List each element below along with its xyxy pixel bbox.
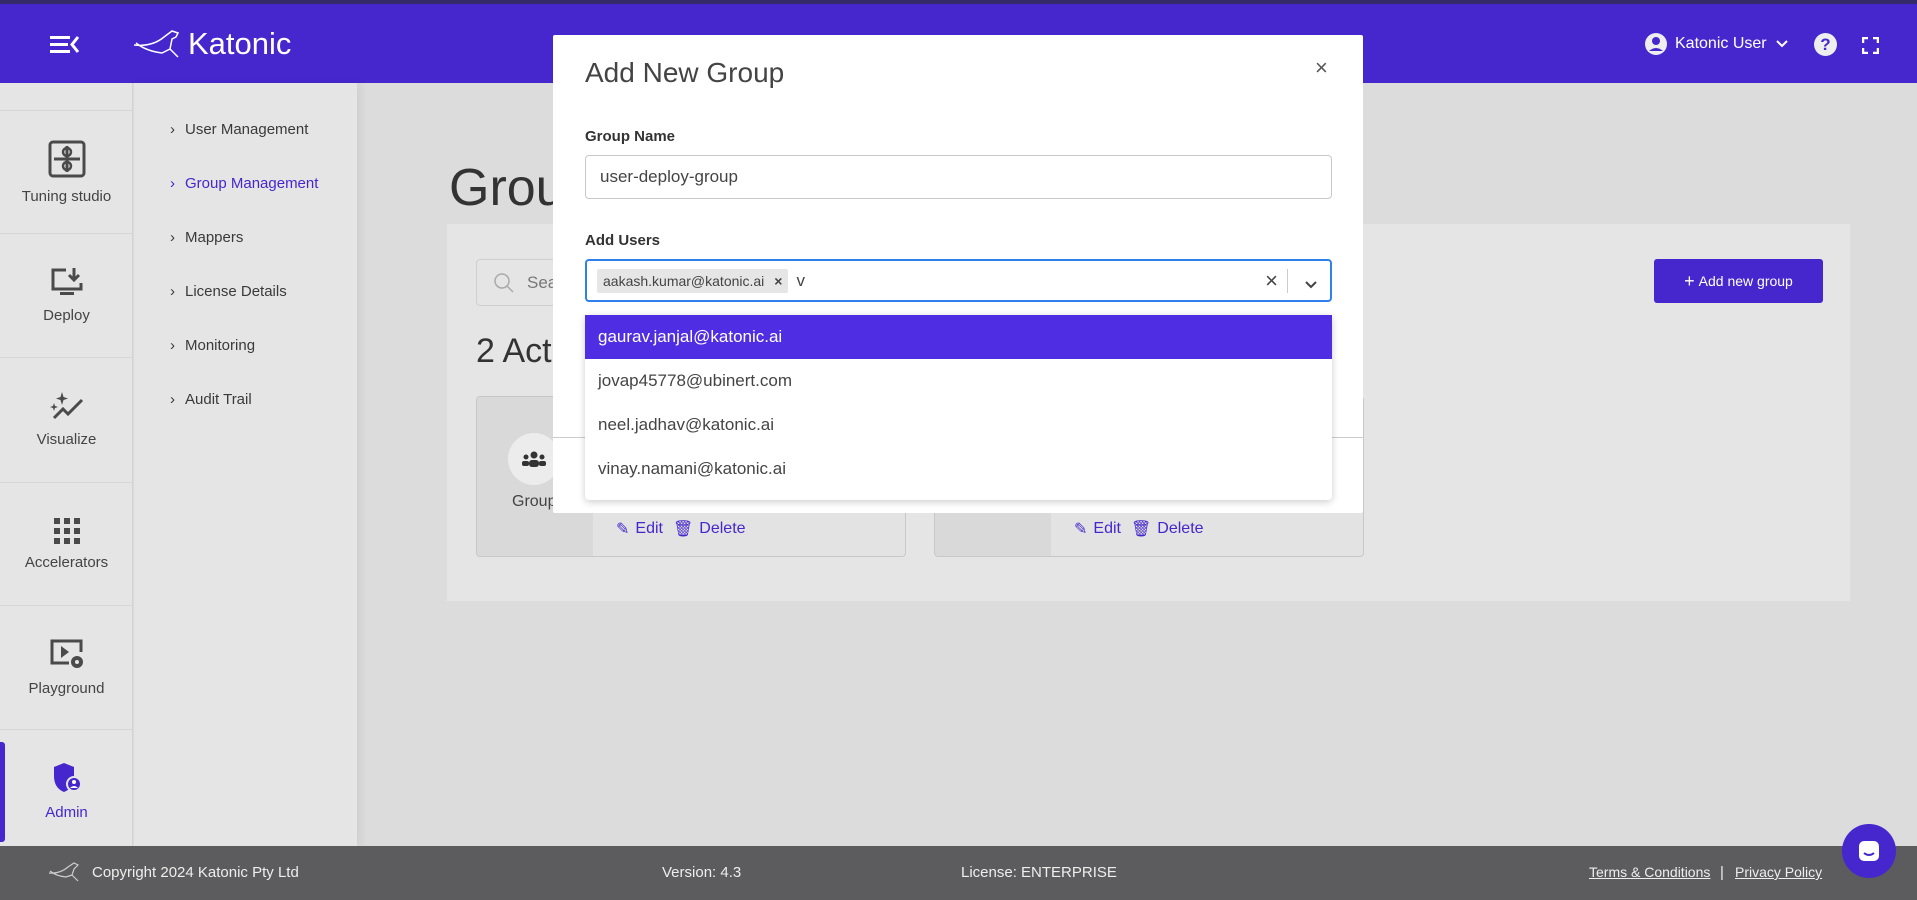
chevron-down-icon [1775, 40, 1788, 48]
rail-label: Admin [45, 803, 88, 821]
monitor-download-icon [51, 267, 82, 295]
add-new-group-button[interactable]: + Add new group [1654, 259, 1823, 303]
admin-submenu: › User Management › Group Management › Mapp… [134, 83, 357, 846]
option-item[interactable]: neel.jadhav@katonic.ai [585, 403, 1332, 447]
delete-label: Delete [699, 520, 746, 537]
user-options-menu: gaurav.janjal@katonic.ai jovap45778@ubin… [585, 315, 1332, 500]
copyright-text: Copyright 2024 Katonic Pty Ltd [92, 864, 299, 881]
app-rail: Tuning studio Deploy Visualize Accelerat… [0, 83, 133, 846]
clear-icon[interactable]: × [1265, 268, 1278, 294]
menu-collapse-icon[interactable] [50, 34, 80, 61]
submenu-user-management[interactable]: › User Management [170, 121, 308, 138]
edit-label: Edit [635, 520, 663, 537]
modal-title: Add New Group [585, 57, 785, 88]
footer: Copyright 2024 Katonic Pty Ltd Version: … [0, 846, 1917, 900]
submenu-mappers[interactable]: › Mappers [170, 229, 243, 246]
terms-link[interactable]: Terms & Conditions [1589, 864, 1710, 880]
chevron-down-icon[interactable] [1304, 275, 1318, 295]
rail-label: Accelerators [24, 553, 109, 571]
delete-button[interactable]: 🗑 Delete [673, 519, 746, 539]
rail-label: Playground [28, 679, 105, 697]
close-icon[interactable]: × [1315, 55, 1328, 81]
chat-icon [1859, 841, 1879, 861]
fullscreen-icon[interactable] [1861, 36, 1880, 59]
search-icon [494, 272, 514, 293]
rail-item-visualize[interactable]: Visualize [0, 357, 133, 480]
chevron-right-icon: › [170, 391, 175, 408]
grid-icon [53, 517, 80, 544]
user-name: Katonic User [1675, 35, 1767, 52]
chevron-right-icon: › [170, 121, 175, 138]
rail-label: Deploy [43, 306, 90, 324]
rail-item-admin[interactable]: Admin [0, 729, 133, 852]
user-avatar-icon [1645, 33, 1667, 55]
version-text: Version: 4.3 [662, 864, 742, 881]
add-users-select[interactable]: aakash.kumar@katonic.ai × v × [585, 259, 1332, 302]
option-item[interactable]: vinay.namani@katonic.ai [585, 447, 1332, 491]
chat-launcher-button[interactable] [1842, 824, 1896, 878]
trash-icon: 🗑 [672, 521, 694, 538]
option-item[interactable]: jovap45778@ubinert.com [585, 359, 1332, 403]
group-name-value: user-deploy-group [600, 167, 738, 186]
active-count: 2 Act [476, 332, 552, 370]
privacy-link[interactable]: Privacy Policy [1735, 864, 1822, 880]
chip-label: aakash.kumar@katonic.ai [603, 272, 765, 289]
rail-label: Visualize [36, 430, 97, 448]
edit-button[interactable]: ✎ Edit [1074, 519, 1121, 539]
submenu-label: Monitoring [185, 337, 256, 354]
edit-icon: ✎ [616, 521, 630, 538]
delete-button[interactable]: 🗑 Delete [1131, 519, 1204, 539]
plus-icon: + [1684, 270, 1695, 291]
submenu-label: Mappers [185, 229, 244, 246]
rail-label: Tuning studio [21, 187, 112, 205]
chevron-right-icon: › [170, 175, 175, 192]
chevron-right-icon: › [170, 283, 175, 300]
chip-remove-icon[interactable]: × [774, 273, 782, 289]
selected-user-chip: aakash.kumar@katonic.ai × [597, 268, 789, 293]
submenu-audit-trail[interactable]: › Audit Trail [170, 391, 252, 408]
submenu-group-management[interactable]: › Group Management [170, 175, 318, 192]
chevron-right-icon: › [170, 229, 175, 246]
trash-icon: 🗑 [1130, 521, 1152, 538]
sparkle-chart-icon [49, 391, 83, 419]
chevron-right-icon: › [170, 337, 175, 354]
kangaroo-logo-icon [48, 862, 80, 882]
puzzle-icon [48, 140, 85, 177]
group-card-label: Group [512, 493, 557, 510]
add-button-label: Add new group [1698, 273, 1793, 289]
submenu-monitoring[interactable]: › Monitoring [170, 337, 255, 354]
user-menu[interactable]: Katonic User [1645, 33, 1789, 55]
brand-name: Katonic [188, 26, 292, 61]
shield-user-icon [53, 762, 82, 792]
kangaroo-logo-icon [133, 30, 180, 58]
page-title: Grou [449, 159, 565, 217]
add-users-label: Add Users [585, 232, 661, 249]
typed-text: v [796, 270, 805, 290]
rail-item-accelerators[interactable]: Accelerators [0, 482, 133, 605]
help-icon[interactable]: ? [1814, 33, 1837, 56]
edit-icon: ✎ [1074, 521, 1088, 538]
separator [1287, 269, 1288, 293]
submenu-label: Group Management [185, 175, 319, 192]
edit-button[interactable]: ✎ Edit [616, 519, 663, 539]
rail-item-tuning-studio[interactable]: Tuning studio [0, 110, 133, 233]
footer-separator: | [1720, 864, 1724, 881]
rail-item-playground[interactable]: Playground [0, 605, 133, 728]
submenu-label: License Details [185, 283, 287, 300]
group-name-label: Group Name [585, 128, 676, 145]
video-settings-icon [50, 639, 83, 668]
group-name-input[interactable]: user-deploy-group [585, 155, 1332, 199]
option-item[interactable]: gaurav.janjal@katonic.ai [585, 315, 1332, 359]
license-text: License: ENTERPRISE [961, 864, 1117, 881]
submenu-label: User Management [185, 121, 309, 138]
submenu-label: Audit Trail [185, 391, 252, 408]
submenu-license-details[interactable]: › License Details [170, 283, 287, 300]
delete-label: Delete [1157, 520, 1204, 537]
rail-item-deploy[interactable]: Deploy [0, 233, 133, 356]
edit-label: Edit [1093, 520, 1121, 537]
katonic-logo[interactable]: Katonic [132, 26, 291, 62]
